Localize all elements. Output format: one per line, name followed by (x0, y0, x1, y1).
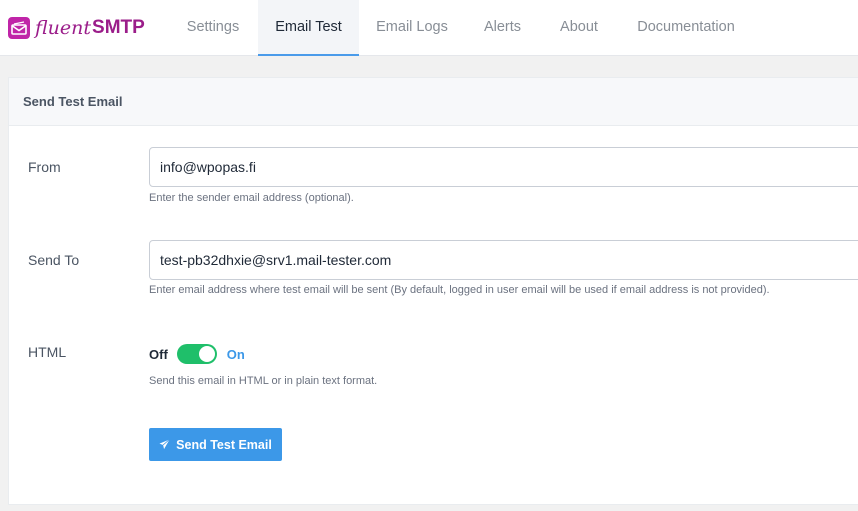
send-test-email-card: Send Test Email From Enter the sender em… (8, 77, 858, 505)
send-to-email-input[interactable] (149, 240, 858, 280)
tab-alerts[interactable]: Alerts (465, 0, 540, 56)
paper-plane-icon (159, 439, 170, 450)
from-email-input[interactable] (149, 147, 858, 187)
toggle-knob (198, 346, 215, 362)
tab-about[interactable]: About (540, 0, 618, 56)
from-help-text: Enter the sender email address (optional… (149, 192, 354, 204)
html-help-text: Send this email in HTML or in plain text… (149, 375, 378, 387)
envelope-icon (8, 17, 30, 39)
tab-email-logs[interactable]: Email Logs (359, 0, 465, 56)
tab-email-test[interactable]: Email Test (258, 0, 359, 56)
send-button-label: Send Test Email (176, 437, 272, 452)
from-label: From (28, 159, 61, 175)
fluentsmtp-logo[interactable]: fluent SMTP (8, 15, 145, 41)
tab-documentation[interactable]: Documentation (618, 0, 754, 56)
top-navigation: fluent SMTP Settings Email Test Email Lo… (0, 0, 858, 56)
toggle-on-label: On (226, 346, 245, 362)
html-toggle-row: Off On (149, 343, 245, 365)
send-to-help-text: Enter email address where test email wil… (149, 284, 770, 296)
send-to-label: Send To (28, 252, 80, 268)
logo-text-smtp: SMTP (92, 17, 145, 38)
tab-settings[interactable]: Settings (168, 0, 258, 56)
send-test-email-button[interactable]: Send Test Email (149, 428, 282, 461)
html-toggle-switch[interactable] (176, 344, 217, 364)
card-title: Send Test Email (9, 78, 858, 126)
logo-text-fluent: fluent (35, 17, 92, 39)
html-label: HTML (28, 344, 67, 360)
toggle-off-label: Off (149, 346, 168, 362)
